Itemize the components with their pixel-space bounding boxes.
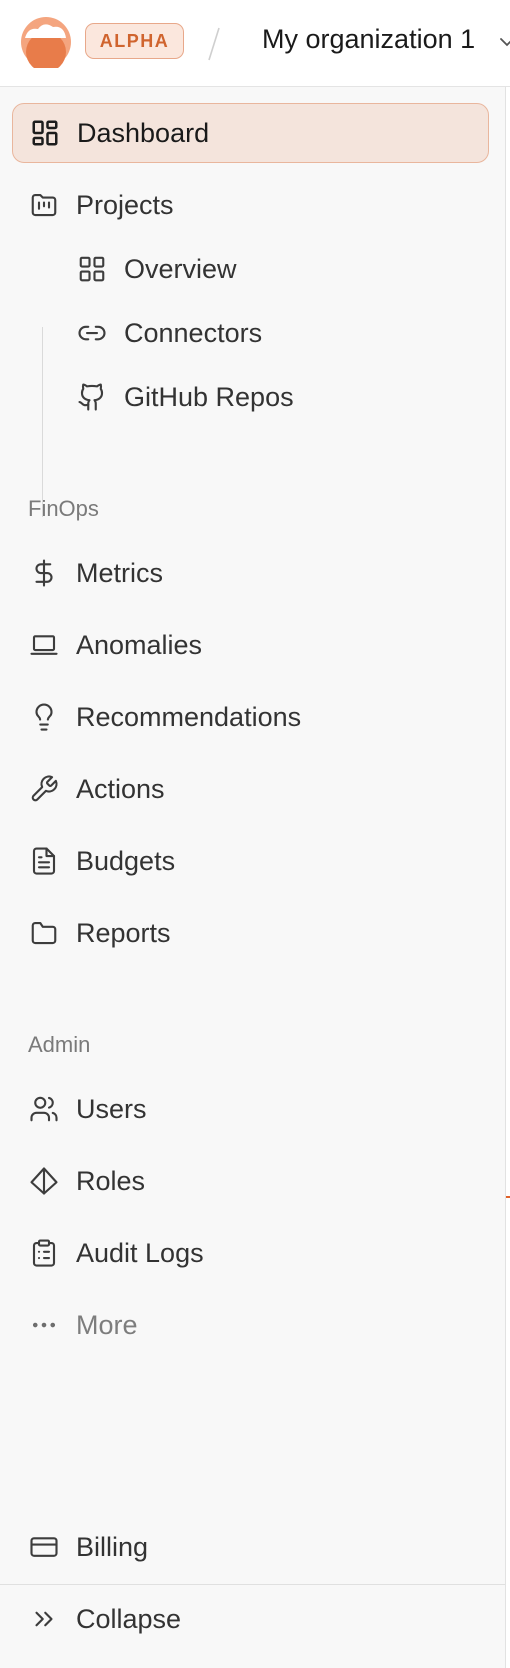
nav-label: Collapse [76, 1603, 182, 1634]
nav-label: Users [76, 1093, 147, 1124]
credit-card-icon [28, 1531, 60, 1563]
document-icon [28, 845, 60, 877]
projects-folder-icon [28, 189, 60, 221]
nav-label: Anomalies [76, 629, 203, 660]
sidebar: Dashboard Projects Overview Connectors G… [0, 87, 506, 1668]
nav-connectors[interactable]: Connectors [12, 303, 489, 363]
wrench-icon [28, 773, 60, 805]
nav-label: GitHub Repos [124, 381, 294, 412]
nav-dashboard[interactable]: Dashboard [12, 103, 489, 163]
nav-projects[interactable]: Projects [12, 175, 489, 235]
nav-more[interactable]: More [12, 1295, 489, 1355]
nav-label: Projects [76, 189, 174, 220]
nav-roles[interactable]: Roles [12, 1151, 489, 1211]
nav-github-repos[interactable]: GitHub Repos [12, 367, 489, 427]
section-label-admin: Admin [28, 1032, 91, 1057]
nav-label: Connectors [124, 317, 263, 348]
nav-label: Overview [124, 253, 237, 284]
folder-icon [28, 917, 60, 949]
nav-label: More [76, 1309, 138, 1340]
nav-label: Roles [76, 1165, 146, 1196]
alpha-badge: ALPHA [85, 23, 184, 59]
pyramid-icon [28, 1165, 60, 1197]
chevron-down-icon[interactable] [497, 32, 510, 52]
clipboard-list-icon [28, 1237, 60, 1269]
top-bar: ALPHA My organization 1 [0, 0, 510, 87]
nav-label: Metrics [76, 557, 163, 588]
organization-selector[interactable]: My organization 1 [262, 24, 475, 55]
nav-label: Recommendations [76, 701, 302, 732]
nav-billing[interactable]: Billing [12, 1517, 489, 1577]
nav-label: Actions [76, 773, 165, 804]
nav-label: Billing [76, 1531, 149, 1562]
nav-anomalies[interactable]: Anomalies [12, 615, 489, 675]
logo-icon[interactable] [19, 16, 73, 68]
link-icon [76, 317, 108, 349]
nav-label: Dashboard [77, 117, 210, 148]
nav-users[interactable]: Users [12, 1079, 489, 1139]
grid-icon [76, 253, 108, 285]
nav-recommendations[interactable]: Recommendations [12, 687, 489, 747]
nav-reports[interactable]: Reports [12, 903, 489, 963]
footer-divider [0, 1584, 505, 1585]
nav-audit-logs[interactable]: Audit Logs [12, 1223, 489, 1283]
nav-label: Budgets [76, 845, 176, 876]
breadcrumb-separator [208, 27, 220, 61]
nav-actions[interactable]: Actions [12, 759, 489, 819]
dashboard-icon [29, 117, 61, 149]
section-label-finops: FinOps [28, 496, 99, 521]
laptop-icon [28, 629, 60, 661]
chevrons-right-icon [28, 1603, 60, 1635]
content-edge-mark [506, 1196, 510, 1198]
nav-label: Reports [76, 917, 171, 948]
users-icon [28, 1093, 60, 1125]
dollar-icon [28, 557, 60, 589]
nav-overview[interactable]: Overview [12, 239, 489, 299]
more-horizontal-icon [28, 1309, 60, 1341]
nav-budgets[interactable]: Budgets [12, 831, 489, 891]
github-icon [76, 381, 108, 413]
lightbulb-icon [28, 701, 60, 733]
nav-label: Audit Logs [76, 1237, 204, 1268]
collapse-button[interactable]: Collapse [12, 1589, 489, 1649]
nav-metrics[interactable]: Metrics [12, 543, 489, 603]
